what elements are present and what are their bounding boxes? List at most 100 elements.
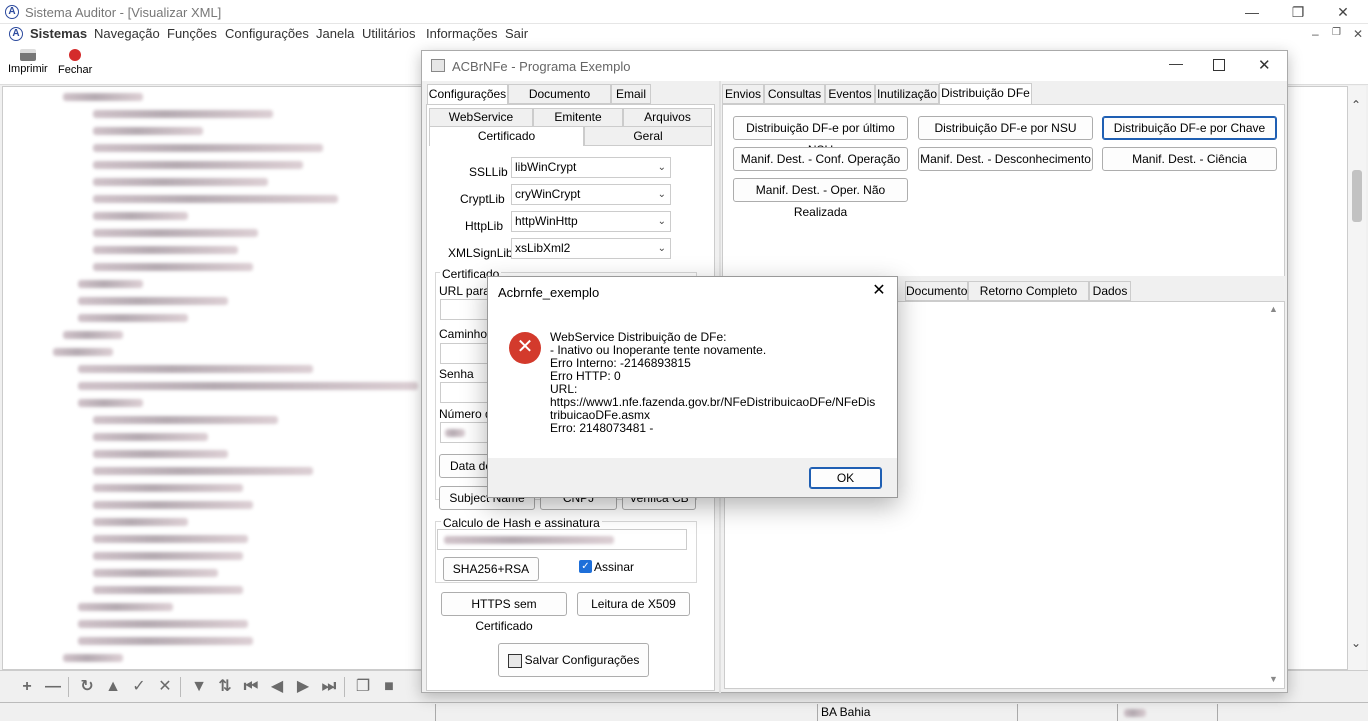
up-icon[interactable]: ▲: [104, 678, 122, 696]
database-icon[interactable]: ■: [380, 678, 398, 696]
memo-scroll-down-icon[interactable]: ▼: [1269, 674, 1278, 684]
menu-navegacao[interactable]: Navegação: [94, 26, 160, 41]
acbr-app-icon: [431, 59, 445, 72]
tab-envios[interactable]: Envios: [722, 84, 764, 104]
last-icon[interactable]: ⏭: [320, 678, 338, 696]
menu-configuracoes[interactable]: Configurações: [225, 26, 309, 41]
prior-icon[interactable]: ◀: [268, 678, 286, 696]
save-settings-button[interactable]: Salvar Configurações: [498, 643, 649, 677]
first-icon[interactable]: ⏮: [242, 678, 260, 696]
subtab-emitente[interactable]: Emitente: [533, 108, 623, 127]
subtab-geral[interactable]: Geral: [584, 126, 712, 146]
status-bar: BA Bahia: [0, 702, 1368, 721]
cancel-icon[interactable]: ✕: [156, 678, 174, 696]
restore-icon[interactable]: ❐: [1275, 0, 1321, 24]
main-window-title: Sistema Auditor - [Visualizar XML]: [25, 5, 222, 20]
sort-icon[interactable]: ⇅: [216, 678, 234, 696]
copy-icon[interactable]: ❐: [354, 678, 372, 696]
ssllib-select[interactable]: libWinCrypt ⌄: [511, 157, 671, 178]
chevron-down-icon: ⌄: [657, 216, 666, 227]
cryptlib-select[interactable]: cryWinCrypt ⌄: [511, 184, 671, 205]
mdi-minimize-icon[interactable]: –: [1312, 27, 1319, 41]
xml-view-right-area: [1288, 86, 1348, 670]
httplib-select[interactable]: httpWinHttp ⌄: [511, 211, 671, 232]
manif-ciencia-button[interactable]: Manif. Dest. - Ciência: [1102, 147, 1277, 171]
remove-icon[interactable]: —: [44, 678, 62, 696]
xmlsignlib-select[interactable]: xsLibXml2 ⌄: [511, 238, 671, 259]
menu-sair[interactable]: Sair: [505, 26, 528, 41]
manif-nao-realizada-button[interactable]: Manif. Dest. - Oper. Não Realizada: [733, 178, 908, 219]
menu-utilitarios[interactable]: Utilitários: [362, 26, 415, 41]
acbr-close-icon[interactable]: ✕: [1258, 56, 1271, 74]
tab-inutilizacao[interactable]: Inutilização: [875, 84, 939, 104]
mdi-close-icon[interactable]: ✕: [1353, 27, 1363, 41]
dfe-nsu-button[interactable]: Distribuição DF-e por NSU: [918, 116, 1093, 140]
menu-bar: A Sistemas Navegação Funções Configuraçõ…: [0, 24, 1368, 45]
dialog-close-icon[interactable]: ✕: [869, 281, 889, 301]
ok-button[interactable]: OK: [809, 467, 882, 489]
ssllib-label: SSLLib: [469, 165, 508, 179]
tab-consultas[interactable]: Consultas: [764, 84, 825, 104]
error-icon: ✕: [509, 332, 541, 364]
acbr-minimize-icon[interactable]: —: [1169, 55, 1183, 71]
refresh-icon[interactable]: ↻: [78, 678, 96, 696]
dfe-key-button[interactable]: Distribuição DF-e por Chave: [1102, 116, 1277, 140]
menu-janela[interactable]: Janela: [316, 26, 354, 41]
sign-checkbox[interactable]: ✓: [579, 560, 592, 573]
tab-documento[interactable]: Documento: [905, 281, 968, 301]
chevron-down-icon: ⌄: [657, 243, 666, 254]
next-icon[interactable]: ▶: [294, 678, 312, 696]
read-x509-button[interactable]: Leitura de X509: [577, 592, 690, 616]
minimize-icon[interactable]: —: [1229, 0, 1275, 24]
https-no-cert-button[interactable]: HTTPS sem Certificado: [441, 592, 567, 633]
tab-documento-auxiliar[interactable]: Documento Auxiliar: [508, 84, 611, 119]
add-icon[interactable]: +: [18, 678, 36, 696]
tab-eventos[interactable]: Eventos: [825, 84, 875, 104]
acbr-title: ACBrNFe - Programa Exemplo: [452, 59, 631, 74]
chevron-down-icon: ⌄: [657, 189, 666, 200]
tab-configuracoes[interactable]: Configurações: [427, 84, 508, 104]
xmlsignlib-label: XMLSignLib: [448, 246, 513, 260]
subtab-webservice[interactable]: WebService: [429, 108, 533, 127]
main-vertical-scrollbar[interactable]: ⌃ ⌄: [1348, 86, 1366, 670]
menu-funcoes[interactable]: Funções: [167, 26, 217, 41]
status-state: BA Bahia: [817, 704, 1017, 721]
scroll-down-icon[interactable]: ⌄: [1351, 636, 1361, 650]
dfe-last-nsu-button[interactable]: Distribuição DF-e por último NSU: [733, 116, 908, 157]
manif-conf-button[interactable]: Manif. Dest. - Conf. Operação: [733, 147, 908, 171]
close-icon[interactable]: ✕: [1320, 0, 1366, 24]
menu-sistemas[interactable]: Sistemas: [30, 26, 87, 41]
tab-distribuicao-dfe[interactable]: Distribuição DFe: [939, 83, 1032, 104]
print-button[interactable]: Imprimir: [8, 49, 48, 75]
main-title-bar: A Sistema Auditor - [Visualizar XML] — ❐…: [0, 0, 1368, 24]
save-settings-label: Salvar Configurações: [524, 653, 640, 667]
acbr-title-bar: ACBrNFe - Programa Exemplo — ✕: [422, 51, 1287, 81]
close-button[interactable]: Fechar: [58, 49, 92, 76]
path-label: Caminho: [439, 327, 488, 341]
subtab-arquivos[interactable]: Arquivos: [623, 108, 712, 127]
sign-checkbox-label: Assinar: [594, 560, 635, 574]
tab-email[interactable]: Email: [611, 84, 651, 104]
tab-dados[interactable]: Dados: [1089, 281, 1131, 301]
check-icon[interactable]: ✓: [130, 678, 148, 696]
cryptlib-label: CryptLib: [460, 192, 505, 206]
dialog-title: Acbrnfe_exemplo: [498, 285, 600, 300]
hash-field[interactable]: [437, 529, 687, 550]
print-label: Imprimir: [8, 63, 48, 75]
tab-retorno-completo[interactable]: Retorno Completo WS: [968, 281, 1089, 316]
menu-informacoes[interactable]: Informações: [426, 26, 498, 41]
scroll-thumb[interactable]: [1352, 170, 1362, 222]
sha256-rsa-button[interactable]: SHA256+RSA: [443, 557, 539, 581]
menu-logo-icon: A: [9, 27, 23, 41]
mdi-restore-icon[interactable]: ❐: [1332, 27, 1341, 38]
manif-desconhecimento-button[interactable]: Manif. Dest. - Desconhecimento: [918, 147, 1093, 171]
memo-scroll-up-icon[interactable]: ▲: [1269, 304, 1278, 314]
subtab-certificado[interactable]: Certificado: [429, 126, 584, 146]
acbr-maximize-icon[interactable]: [1213, 59, 1225, 71]
dialog-footer: OK: [488, 458, 897, 497]
filter-icon[interactable]: ▼: [190, 678, 208, 696]
scroll-up-icon[interactable]: ⌃: [1351, 98, 1361, 112]
xml-tree-view[interactable]: [2, 86, 422, 670]
error-dialog: Acbrnfe_exemplo ✕ ✕ WebService Distribui…: [487, 276, 898, 498]
close-label: Fechar: [58, 64, 93, 76]
